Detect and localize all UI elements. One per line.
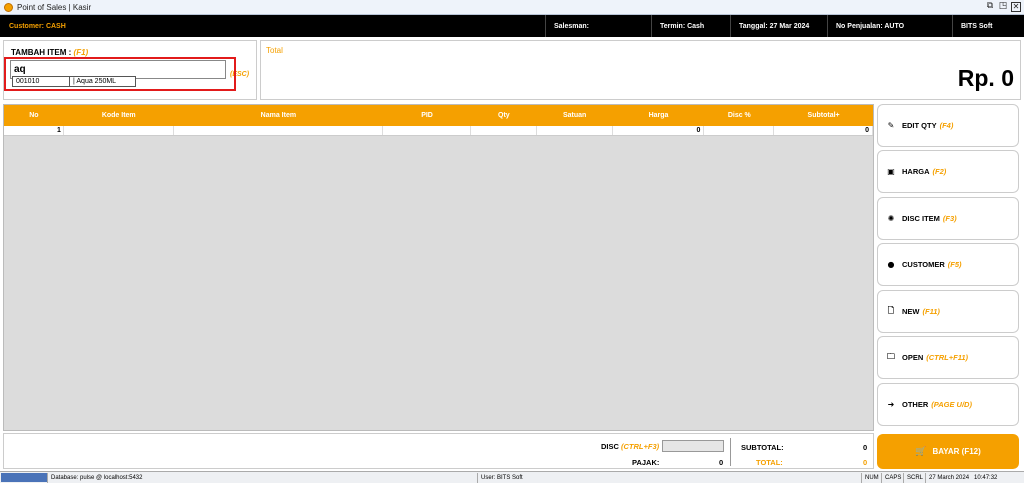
pajak-label: PAJAK: — [632, 458, 660, 467]
add-item-label-text: TAMBAH ITEM : — [11, 48, 72, 57]
termin-info: Termin: Cash — [651, 15, 730, 37]
cell-satuan[interactable] — [537, 126, 613, 135]
new-file-icon: 🗋 — [887, 305, 895, 315]
cart-icon: 🛒 — [915, 446, 927, 457]
summary-divider — [730, 438, 731, 466]
edit-qty-label: EDIT QTY — [902, 121, 937, 130]
customer-label: CUSTOMER — [902, 260, 945, 269]
col-kode-item[interactable]: Kode Item — [64, 105, 174, 126]
col-harga[interactable]: Harga — [613, 105, 705, 126]
restore-icon[interactable]: ⧉ — [985, 2, 995, 12]
col-disc[interactable]: Disc % — [704, 105, 774, 126]
datetime-status: 27 March 2024 10:47:32 — [925, 472, 1021, 483]
discount-icon: ✺ — [887, 214, 895, 223]
customer-button[interactable]: ● CUSTOMER (F5) — [877, 243, 1019, 286]
status-bar: Database: pulse @ localhost:5432 User: B… — [0, 471, 1024, 483]
col-no[interactable]: No — [4, 105, 64, 126]
open-label: OPEN — [902, 353, 924, 362]
salesman-info: Salesman: — [545, 15, 651, 37]
pajak-value: 0 — [719, 458, 724, 467]
col-subtotal[interactable]: Subtotal+ — [774, 105, 873, 126]
disc-input[interactable] — [662, 440, 724, 452]
scroll-lock-status: SCRL — [903, 472, 925, 483]
new-shortcut: (F11) — [922, 307, 940, 316]
caps-lock-status: CAPS — [881, 472, 903, 483]
summary-panel: DISC (CTRL+F3) PAJAK: 0 SUBTOTAL: 0 TOTA… — [3, 433, 874, 469]
add-item-label: TAMBAH ITEM : (F1) — [11, 48, 88, 57]
no-penjualan-info: No Penjualan: AUTO — [827, 15, 952, 37]
new-button[interactable]: 🗋 NEW (F11) — [877, 290, 1019, 333]
bayar-button[interactable]: 🛒 BAYAR (F12) — [877, 434, 1019, 469]
info-bar: Customer: CASH Salesman: Termin: Cash Ta… — [0, 15, 1024, 37]
highlight-box — [4, 57, 236, 91]
grand-total-label: TOTAL: — [756, 458, 783, 467]
customer-info: Customer: CASH — [9, 22, 66, 30]
disc-item-shortcut: (F3) — [942, 214, 957, 223]
disc-item-button[interactable]: ✺ DISC ITEM (F3) — [877, 197, 1019, 240]
money-icon: ▣ — [887, 167, 895, 176]
item-grid[interactable]: No Kode Item Nama Item PID Qty Satuan Ha… — [3, 104, 874, 431]
total-label: Total — [266, 46, 283, 55]
total-panel: Total Rp. 0 — [260, 40, 1021, 100]
new-label: NEW — [902, 307, 920, 316]
other-shortcut: (PAGE U/D) — [931, 400, 972, 409]
folder-icon: 🗀 — [887, 351, 895, 361]
app-icon — [4, 2, 13, 12]
window-controls: ⧉ ◳ ✕ — [985, 2, 1021, 12]
progress-indicator — [1, 473, 47, 482]
subtotal-label: SUBTOTAL: — [741, 443, 784, 452]
open-button[interactable]: 🗀 OPEN (CTRL+F11) — [877, 336, 1019, 379]
col-satuan[interactable]: Satuan — [537, 105, 613, 126]
edit-qty-button[interactable]: ✎ EDIT QTY (F4) — [877, 104, 1019, 147]
col-pid[interactable]: PID — [383, 105, 471, 126]
add-item-panel: TAMBAH ITEM : (F1) (ESC) 001010 | Aqua 2… — [3, 40, 257, 100]
table-row[interactable]: 1 0 0 — [4, 126, 874, 136]
cell-nama[interactable] — [174, 126, 384, 135]
person-icon: ● — [887, 260, 895, 269]
disc-item-label: DISC ITEM — [902, 214, 940, 223]
disc-label: DISC (CTRL+F3) — [601, 442, 659, 451]
cell-subtotal: 0 — [774, 126, 874, 135]
disc-label-text: DISC — [601, 442, 619, 451]
harga-label: HARGA — [902, 167, 930, 176]
title-bar: Point of Sales | Kasir ⧉ ◳ ✕ — [0, 0, 1024, 15]
edit-qty-shortcut: (F4) — [939, 121, 954, 130]
other-button[interactable]: ➜ OTHER (PAGE U/D) — [877, 383, 1019, 426]
database-status: Database: pulse @ localhost:5432 — [47, 472, 477, 483]
tanggal-info: Tanggal: 27 Mar 2024 — [730, 15, 827, 37]
harga-button[interactable]: ▣ HARGA (F2) — [877, 150, 1019, 193]
cell-no: 1 — [4, 126, 64, 135]
add-item-shortcut: (F1) — [73, 48, 89, 57]
open-shortcut: (CTRL+F11) — [926, 353, 969, 362]
col-nama-item[interactable]: Nama Item — [174, 105, 384, 126]
num-lock-status: NUM — [861, 472, 881, 483]
cell-disc[interactable] — [704, 126, 775, 135]
window-title: Point of Sales | Kasir — [17, 2, 92, 12]
total-value: Rp. 0 — [957, 65, 1014, 91]
arrow-right-icon: ➜ — [887, 400, 895, 409]
grand-total-value: 0 — [863, 458, 868, 467]
disc-shortcut: (CTRL+F3) — [621, 442, 660, 451]
user-status: User: BITS Soft — [477, 472, 861, 483]
subtotal-value: 0 — [863, 443, 868, 452]
grid-header: No Kode Item Nama Item PID Qty Satuan Ha… — [4, 105, 873, 126]
cell-harga[interactable]: 0 — [613, 126, 705, 135]
cell-qty[interactable] — [471, 126, 537, 135]
maximize-icon[interactable]: ◳ — [998, 2, 1008, 12]
cell-pid[interactable] — [383, 126, 471, 135]
edit-icon: ✎ — [887, 121, 895, 130]
bayar-label: BAYAR (F12) — [932, 447, 981, 456]
close-icon[interactable]: ✕ — [1011, 2, 1021, 12]
customer-shortcut: (F5) — [947, 260, 962, 269]
company-name: BITS Soft — [952, 15, 1024, 37]
other-label: OTHER — [902, 400, 929, 409]
cell-kode[interactable] — [64, 126, 174, 135]
harga-shortcut: (F2) — [932, 167, 947, 176]
col-qty[interactable]: Qty — [471, 105, 537, 126]
